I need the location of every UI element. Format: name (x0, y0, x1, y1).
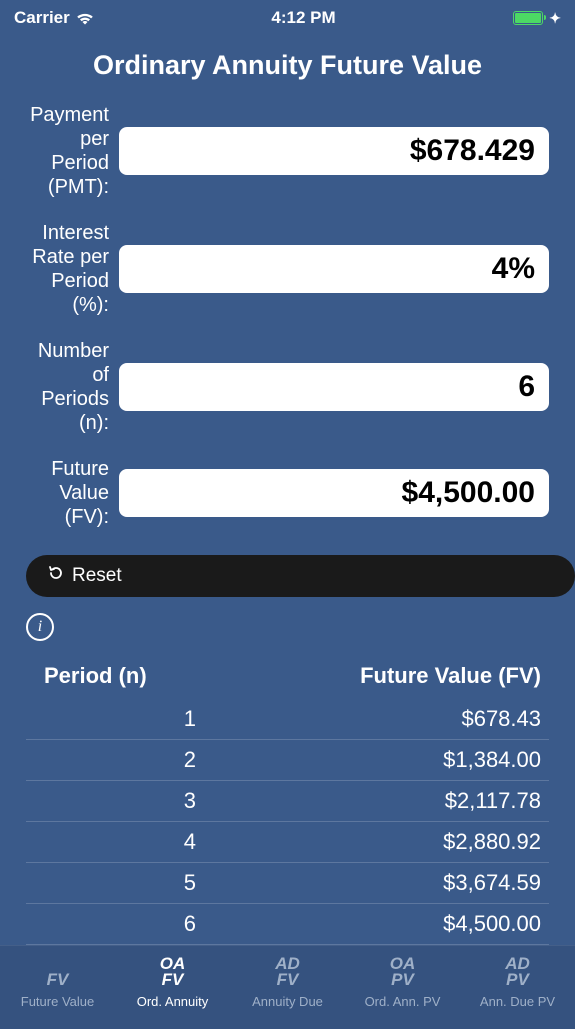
period-cell: 1 (26, 706, 196, 732)
reset-label: Reset (72, 565, 122, 587)
pmt-input[interactable] (119, 127, 549, 175)
tab-bar: FV Future Value OAFV Ord. Annuity ADFV Annuit… (0, 945, 575, 1029)
periods-input[interactable] (119, 363, 549, 411)
period-cell: 2 (26, 747, 196, 773)
wifi-icon (76, 12, 94, 25)
reset-icon (48, 565, 64, 587)
tab-icon: OAPV (390, 956, 416, 988)
table-row: 6 $4,500.00 (26, 904, 549, 945)
tab-ord-annuity[interactable]: OAFV Ord. Annuity (115, 956, 230, 1009)
reset-button[interactable]: Reset (26, 555, 575, 597)
value-cell: $2,117.78 (445, 788, 541, 814)
time-label: 4:12 PM (271, 8, 335, 28)
tab-label: Ann. Due PV (480, 994, 555, 1009)
period-cell: 6 (26, 911, 196, 937)
charging-icon: ✦ (549, 10, 561, 27)
input-form: Payment per Period (PMT): Interest Rate … (0, 103, 575, 551)
tab-ann-due-pv[interactable]: ADPV Ann. Due PV (460, 956, 575, 1009)
period-cell: 3 (26, 788, 196, 814)
pmt-label: Payment per Period (PMT): (26, 103, 119, 199)
tab-future-value[interactable]: FV Future Value (0, 972, 115, 1009)
rate-input[interactable] (119, 245, 549, 293)
carrier-label: Carrier (14, 8, 70, 28)
tab-icon: ADFV (275, 956, 300, 988)
page-title: Ordinary Annuity Future Value (0, 32, 575, 103)
tab-label: Ord. Annuity (137, 994, 209, 1009)
value-cell: $4,500.00 (443, 911, 541, 937)
table-row: 4 $2,880.92 (26, 822, 549, 863)
table-row: 5 $3,674.59 (26, 863, 549, 904)
info-button[interactable]: i (26, 613, 575, 641)
info-icon: i (26, 613, 54, 641)
period-cell: 5 (26, 870, 196, 896)
tab-label: Annuity Due (252, 994, 323, 1009)
tab-icon: FV (47, 972, 69, 988)
fv-header: Future Value (FV) (360, 663, 541, 689)
rate-label: Interest Rate per Period (%): (26, 221, 119, 317)
value-cell: $1,384.00 (443, 747, 541, 773)
tab-label: Ord. Ann. PV (365, 994, 441, 1009)
tab-icon: OAFV (160, 956, 186, 988)
tab-label: Future Value (21, 994, 94, 1009)
table-row: 1 $678.43 (26, 699, 549, 740)
battery-icon (513, 11, 543, 25)
value-cell: $678.43 (461, 706, 541, 732)
tab-ord-ann-pv[interactable]: OAPV Ord. Ann. PV (345, 956, 460, 1009)
tab-annuity-due[interactable]: ADFV Annuity Due (230, 956, 345, 1009)
value-cell: $2,880.92 (443, 829, 541, 855)
period-cell: 4 (26, 829, 196, 855)
table-row: 2 $1,384.00 (26, 740, 549, 781)
periods-label: Number of Periods (n): (26, 339, 119, 435)
fv-input[interactable] (119, 469, 549, 517)
period-header: Period (n) (44, 663, 147, 689)
value-cell: $3,674.59 (443, 870, 541, 896)
tab-icon: ADPV (505, 956, 530, 988)
results-table: Period (n) Future Value (FV) 1 $678.43 2 $1… (0, 641, 575, 945)
fv-label: Future Value (FV): (26, 457, 119, 529)
status-bar: Carrier 4:12 PM ✦ (0, 0, 575, 32)
table-row: 3 $2,117.78 (26, 781, 549, 822)
